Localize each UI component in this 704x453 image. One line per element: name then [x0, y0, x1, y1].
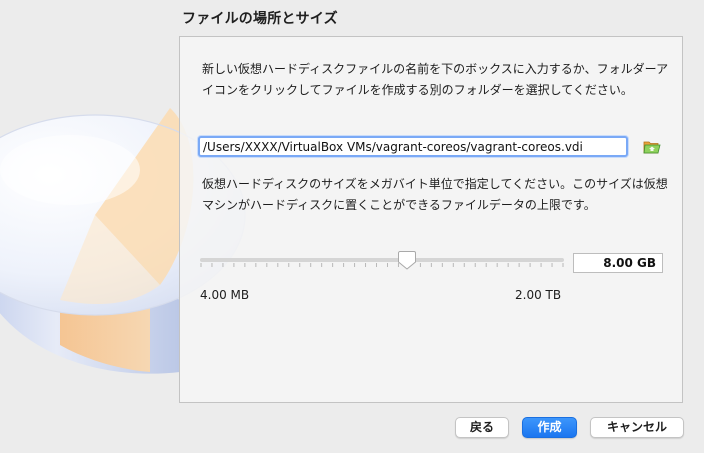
slider-thumb[interactable]	[398, 250, 417, 270]
window: ファイルの場所とサイズ 新しい仮想ハードディスクファイルの名前を下のボックスに入…	[0, 0, 704, 453]
slider-ticks	[200, 263, 564, 267]
size-slider[interactable]	[200, 251, 564, 273]
disk-size-field[interactable]	[573, 253, 663, 273]
choose-folder-button[interactable]	[643, 138, 661, 156]
create-button[interactable]: 作成	[522, 417, 577, 438]
content-panel: 新しい仮想ハードディスクファイルの名前を下のボックスに入力するか、フォルダーアイ…	[179, 36, 683, 403]
file-path-input[interactable]	[198, 136, 628, 157]
slider-min-label: 4.00 MB	[200, 288, 250, 302]
slider-track	[200, 258, 564, 262]
size-description: 仮想ハードディスクのサイズをメガバイト単位で指定してください。このサイズは仮想マ…	[202, 177, 668, 212]
slider-max-label: 2.00 TB	[515, 288, 562, 302]
folder-icon	[643, 141, 661, 154]
page-title: ファイルの場所とサイズ	[182, 11, 338, 27]
cancel-button[interactable]: キャンセル	[590, 417, 684, 438]
back-button[interactable]: 戻る	[455, 417, 509, 438]
location-description: 新しい仮想ハードディスクファイルの名前を下のボックスに入力するか、フォルダーアイ…	[202, 62, 669, 97]
